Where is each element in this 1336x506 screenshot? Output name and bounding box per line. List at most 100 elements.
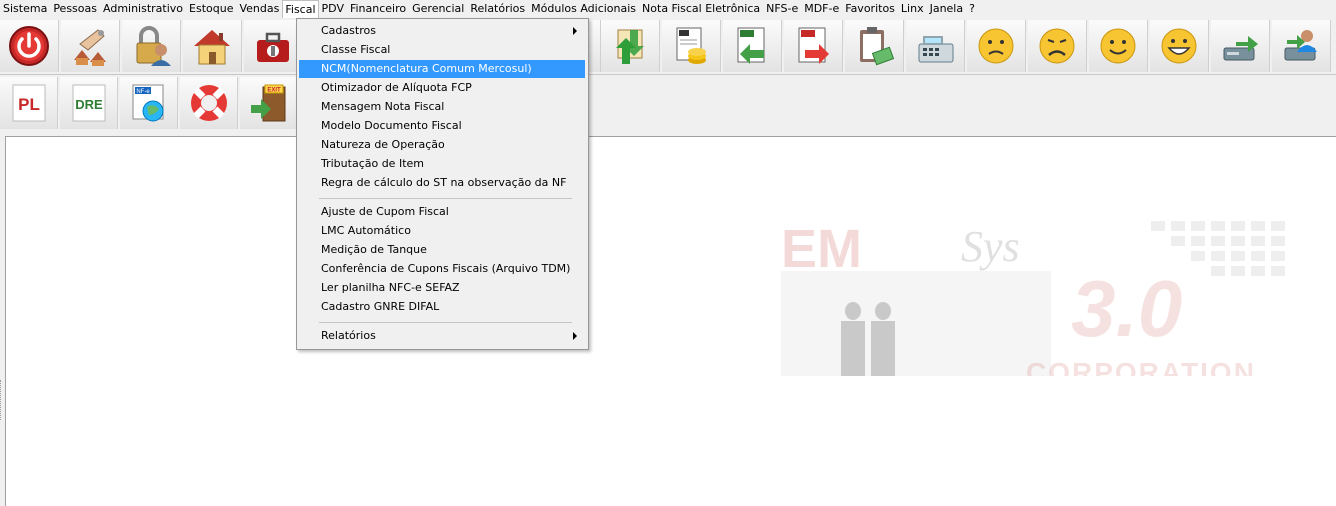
fiscal-menu-item-9[interactable]: Ajuste de Cupom Fiscal — [299, 203, 585, 221]
house-icon — [194, 30, 230, 65]
lifebuoy-icon — [190, 85, 227, 121]
fiscal-menu-item-1[interactable]: Classe Fiscal — [299, 41, 585, 59]
fiscal-menu-item-4[interactable]: Mensagem Nota Fiscal — [299, 98, 585, 116]
fiscal-menu-item-2[interactable]: NCM(Nomenclatura Comum Mercosul) — [299, 60, 585, 78]
fiscal-menu-item-5[interactable]: Modelo Documento Fiscal — [299, 117, 585, 135]
fiscal-dropdown-menu: Cadastros Classe Fiscal NCM(Nomenclatura C… — [296, 18, 589, 350]
menu-pessoas[interactable]: Pessoas — [50, 0, 100, 18]
menu-sistema[interactable]: Sistema — [0, 0, 50, 18]
smiley-sad-button[interactable] — [967, 20, 1026, 72]
pl-button[interactable]: PL — [0, 77, 58, 129]
fiscal-menu-item-6[interactable]: Natureza de Operação — [299, 136, 585, 154]
fiscal-menu-item-label: Conferência de Cupons Fiscais (Arquivo T… — [321, 262, 571, 275]
fiscal-menu-item-11[interactable]: Medição de Tanque — [299, 241, 585, 259]
fiscal-menu-item-label: Tributação de Item — [321, 157, 424, 170]
menu-nota-fiscal-eletr-nica[interactable]: Nota Fiscal Eletrônica — [639, 0, 763, 18]
menu-m-dulos-adicionais[interactable]: Módulos Adicionais — [528, 0, 639, 18]
pl-report-icon: PL — [12, 84, 45, 122]
exit-door-icon: EXIT — [250, 84, 285, 122]
fiscal-menu-item-label: Cadastro GNRE DIFAL — [321, 300, 440, 313]
smiley-grin-icon — [1161, 28, 1197, 64]
toolbox-icon — [257, 32, 289, 62]
dre-button[interactable]: DRE — [60, 77, 118, 129]
fiscal-menu-item-0[interactable]: Cadastros — [299, 22, 585, 40]
menu-relat-rios[interactable]: Relatórios — [467, 0, 528, 18]
menu-bar: Sistema Pessoas Administrativo Estoque Venda… — [0, 0, 1336, 18]
fiscal-menu-item-14[interactable]: Cadastro GNRE DIFAL — [299, 298, 585, 316]
watermark-brand: EM — [781, 219, 862, 279]
fiscal-menu-item-12[interactable]: Conferência de Cupons Fiscais (Arquivo T… — [299, 260, 585, 278]
emsys-watermark: EM Sys 3.0 CORPORATION — [781, 219, 1285, 376]
fiscal-menu-item-label: Cadastros — [321, 24, 376, 37]
nfe-button[interactable] — [723, 20, 782, 72]
fiscal-menu-item-8[interactable]: Regra de cálculo do ST na observação da … — [299, 174, 585, 192]
fiscal-menu-item-label: Natureza de Operação — [321, 138, 445, 151]
ticket-button[interactable] — [662, 20, 721, 72]
fiscal-menu-item-label: NCM(Nomenclatura Comum Mercosul) — [321, 62, 532, 75]
menu-estoque[interactable]: Estoque — [186, 0, 236, 18]
fiscal-menu-item-3[interactable]: Otimizador de Alíquota FCP — [299, 79, 585, 97]
menu-nfs-e[interactable]: NFS-e — [763, 0, 801, 18]
smiley-frown-icon — [1039, 28, 1075, 64]
power-icon — [9, 26, 49, 66]
tools-button[interactable] — [244, 20, 303, 72]
menu-financeiro[interactable]: Financeiro — [347, 0, 409, 18]
menu-favoritos[interactable]: Favoritos — [842, 0, 898, 18]
clipboard-button[interactable] — [845, 20, 904, 72]
menu-janela[interactable]: Janela — [927, 0, 967, 18]
watermark-version: 3.0 — [1071, 264, 1182, 353]
cash-register-icon — [918, 36, 954, 63]
key-hand-icon — [74, 29, 106, 66]
fiscal-menu-item-label: Otimizador de Alíquota FCP — [321, 81, 472, 94]
fiscal-menu-item-label: Medição de Tanque — [321, 243, 427, 256]
splitter-grip[interactable] — [0, 380, 4, 420]
fiscal-menu-item-10[interactable]: LMC Automático — [299, 222, 585, 240]
home-button[interactable] — [183, 20, 242, 72]
nfe-label: NF-e — [136, 89, 150, 95]
menu-vendas[interactable]: Vendas — [236, 0, 282, 18]
nfe-globe-icon: NF-e — [132, 84, 163, 122]
menu-help[interactable]: ? — [966, 0, 978, 18]
mdi-client-area: EM Sys 3.0 CORPORATION — [5, 136, 1336, 506]
nfe-globe-button[interactable]: NF-e — [120, 77, 178, 129]
power-button[interactable] — [0, 20, 59, 72]
cash-register-button[interactable] — [906, 20, 965, 72]
nfs-arrow-icon — [798, 27, 829, 64]
help-button[interactable] — [180, 77, 238, 129]
menu-pdv[interactable]: PDV — [319, 0, 347, 18]
menu-fiscal[interactable]: Fiscal — [282, 0, 319, 18]
disk-button[interactable] — [1211, 20, 1270, 72]
smiley-happy-icon — [1100, 28, 1136, 64]
fiscal-menu-item-label: LMC Automático — [321, 224, 411, 237]
swap-icon — [616, 29, 644, 64]
submenu-arrow-icon — [573, 27, 577, 35]
menu-administrativo[interactable]: Administrativo — [100, 0, 186, 18]
menu-separator — [319, 198, 572, 199]
menu-separator — [319, 322, 572, 323]
pl-label: PL — [18, 95, 40, 114]
clipboard-money-icon — [860, 27, 895, 66]
access-button[interactable] — [61, 20, 120, 72]
fiscal-menu-item-label: Mensagem Nota Fiscal — [321, 100, 445, 113]
menu-linx[interactable]: Linx — [898, 0, 927, 18]
partial-button[interactable] — [588, 20, 601, 72]
fiscal-menu-item-13[interactable]: Ler planilha NFC-e SEFAZ — [299, 279, 585, 297]
user-transfer-button[interactable] — [1272, 20, 1331, 72]
menu-mdf-e[interactable]: MDF-e — [801, 0, 842, 18]
fiscal-menu-item-15[interactable]: Relatórios — [299, 327, 585, 345]
fiscal-menu-item-label: Relatórios — [321, 329, 376, 342]
watermark-photo — [781, 271, 1051, 376]
menu-gerencial[interactable]: Gerencial — [409, 0, 467, 18]
fiscal-menu-item-label: Ajuste de Cupom Fiscal — [321, 205, 449, 218]
nfs-button[interactable] — [784, 20, 843, 72]
fiscal-menu-item-label: Modelo Documento Fiscal — [321, 119, 462, 132]
security-button[interactable] — [122, 20, 181, 72]
fiscal-menu-item-label: Classe Fiscal — [321, 43, 391, 56]
smiley-happy-button[interactable] — [1089, 20, 1148, 72]
nfe-arrow-icon — [737, 27, 765, 64]
exit-button[interactable]: EXIT — [240, 77, 298, 129]
fiscal-menu-item-7[interactable]: Tributação de Item — [299, 155, 585, 173]
smiley-grin-button[interactable] — [1150, 20, 1209, 72]
smiley-frown-button[interactable] — [1028, 20, 1087, 72]
swap-button[interactable] — [601, 20, 660, 72]
